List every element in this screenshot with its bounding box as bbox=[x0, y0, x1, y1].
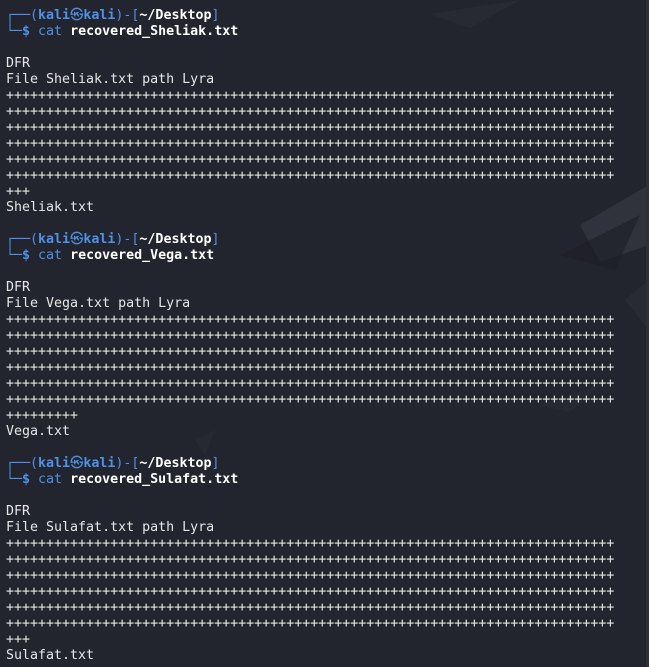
prompt-tree-bottom: └─ bbox=[6, 24, 23, 39]
prompt-tree-mid: )-[ bbox=[115, 456, 140, 471]
prompt-user: kali bbox=[38, 456, 71, 471]
output-line: ++++++++++++++++++++++++++++++++++++++++… bbox=[6, 120, 615, 135]
prompt-host: kali bbox=[83, 8, 116, 23]
prompt-tree-top: ┌──( bbox=[6, 8, 39, 23]
prompt-host: kali bbox=[83, 456, 116, 471]
output-line: DFR bbox=[6, 504, 31, 519]
prompt-header: ┌──(kali㉿kali)-[~/Desktop] bbox=[6, 8, 649, 24]
prompt-tree-top: ┌──( bbox=[6, 232, 39, 247]
output-line: ++++++++++++++++++++++++++++++++++++++++… bbox=[6, 600, 615, 615]
output-line: Vega.txt bbox=[6, 424, 71, 439]
prompt-host: kali bbox=[83, 232, 116, 247]
output-line: ++++++++++++++++++++++++++++++++++++++++… bbox=[6, 312, 615, 327]
output-line: ++++++++++++++++++++++++++++++++++++++++… bbox=[6, 584, 615, 599]
prompt-dollar: $ bbox=[22, 24, 31, 39]
kali-dragon-icon: ㉿ bbox=[70, 8, 84, 23]
output-line: ++++++++++++++++++++++++++++++++++++++++… bbox=[6, 552, 615, 567]
output-line: Sulafat.txt bbox=[6, 648, 95, 663]
output-line: ++++++++++++++++++++++++++++++++++++++++… bbox=[6, 152, 615, 167]
output-line: ++++++++++++++++++++++++++++++++++++++++… bbox=[6, 136, 615, 151]
output-line: File Sheliak.txt path Lyra bbox=[6, 72, 215, 87]
prompt-tree-close: ] bbox=[211, 232, 220, 247]
prompt-tree-top: ┌──( bbox=[6, 456, 39, 471]
output-line: ++++++++++++++++++++++++++++++++++++++++… bbox=[6, 616, 615, 631]
prompt-path: ~/Desktop bbox=[139, 8, 212, 23]
kali-dragon-icon: ㉿ bbox=[70, 456, 84, 471]
prompt-tree-close: ] bbox=[211, 8, 220, 23]
kali-dragon-icon: ㉿ bbox=[70, 232, 84, 247]
prompt-path: ~/Desktop bbox=[139, 232, 212, 247]
command-name: cat bbox=[38, 24, 63, 39]
command-line: └─$ cat recovered_Vega.txt bbox=[6, 248, 649, 264]
prompt-user: kali bbox=[38, 232, 71, 247]
output-line: +++ bbox=[6, 632, 31, 647]
prompt-dollar: $ bbox=[22, 248, 31, 263]
output-line: File Sulafat.txt path Lyra bbox=[6, 520, 215, 535]
command-argument: recovered_Sheliak.txt bbox=[70, 24, 239, 39]
output-line: +++ bbox=[6, 184, 31, 199]
terminal-output[interactable]: ┌──(kali㉿kali)-[~/Desktop] └─$ cat recove… bbox=[0, 0, 649, 667]
output-line: ++++++++++++++++++++++++++++++++++++++++… bbox=[6, 376, 615, 391]
output-line: File Vega.txt path Lyra bbox=[6, 296, 191, 311]
prompt-header: ┌──(kali㉿kali)-[~/Desktop] bbox=[6, 456, 649, 472]
command-argument: recovered_Vega.txt bbox=[70, 248, 215, 263]
prompt-tree-mid: )-[ bbox=[115, 8, 140, 23]
command-name: cat bbox=[38, 472, 63, 487]
prompt-tree-bottom: └─ bbox=[6, 472, 23, 487]
output-line: Sheliak.txt bbox=[6, 200, 95, 215]
command-line: └─$ cat recovered_Sulafat.txt bbox=[6, 472, 649, 488]
output-line: DFR bbox=[6, 280, 31, 295]
output-line: ++++++++++++++++++++++++++++++++++++++++… bbox=[6, 328, 615, 343]
command-argument: recovered_Sulafat.txt bbox=[70, 472, 239, 487]
output-line: ++++++++++++++++++++++++++++++++++++++++… bbox=[6, 344, 615, 359]
prompt-user: kali bbox=[38, 8, 71, 23]
command-line: └─$ cat recovered_Sheliak.txt bbox=[6, 24, 649, 40]
prompt-path: ~/Desktop bbox=[139, 456, 212, 471]
output-line: DFR bbox=[6, 56, 31, 71]
prompt-tree-bottom: └─ bbox=[6, 248, 23, 263]
output-line: ++++++++++++++++++++++++++++++++++++++++… bbox=[6, 104, 615, 119]
output-line: +++++++++ bbox=[6, 408, 79, 423]
prompt-header: ┌──(kali㉿kali)-[~/Desktop] bbox=[6, 232, 649, 248]
prompt-tree-close: ] bbox=[211, 456, 220, 471]
command-name: cat bbox=[38, 248, 63, 263]
output-line: ++++++++++++++++++++++++++++++++++++++++… bbox=[6, 88, 615, 103]
output-line: ++++++++++++++++++++++++++++++++++++++++… bbox=[6, 536, 615, 551]
prompt-dollar: $ bbox=[22, 472, 31, 487]
output-line: ++++++++++++++++++++++++++++++++++++++++… bbox=[6, 568, 615, 583]
output-line: ++++++++++++++++++++++++++++++++++++++++… bbox=[6, 168, 615, 183]
output-line: ++++++++++++++++++++++++++++++++++++++++… bbox=[6, 360, 615, 375]
prompt-tree-mid: )-[ bbox=[115, 232, 140, 247]
output-line: ++++++++++++++++++++++++++++++++++++++++… bbox=[6, 392, 615, 407]
